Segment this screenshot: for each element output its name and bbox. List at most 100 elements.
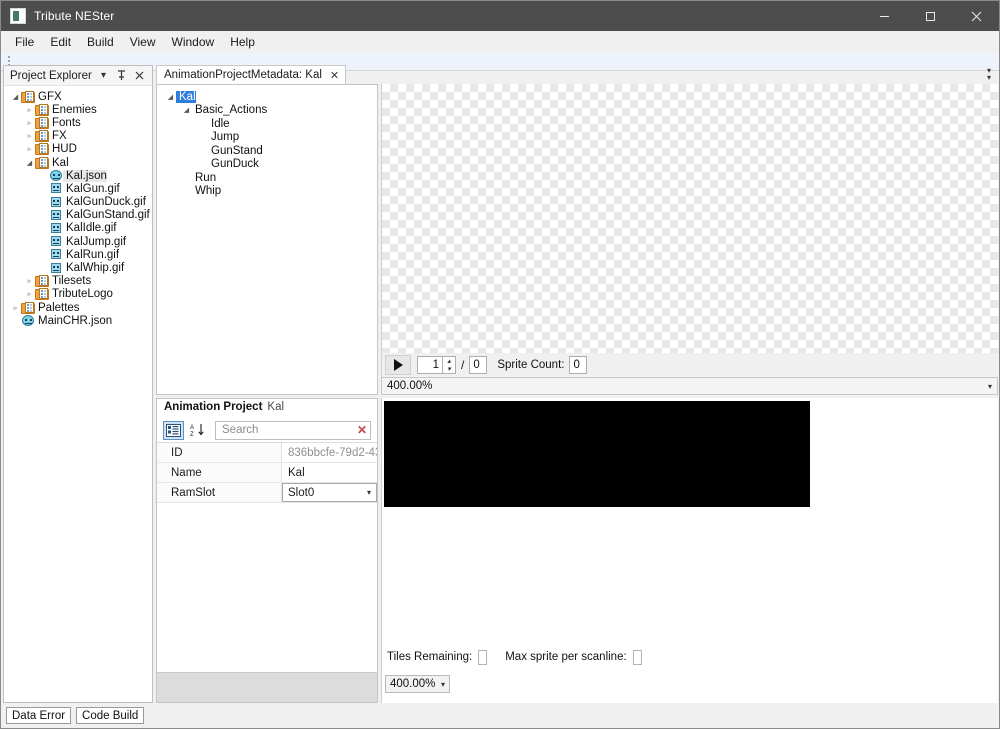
document-tab[interactable]: AnimationProjectMetadata: Kal ✕ xyxy=(156,65,347,84)
property-row[interactable]: RamSlot Slot0 ▾ xyxy=(157,483,377,503)
spinner-up-icon[interactable]: ▴ xyxy=(443,357,455,365)
animation-tree[interactable]: ◢ Kal ◢ Basic_Actions Idle Jump GunStand GunDuc… xyxy=(156,84,378,395)
property-value: Slot0 xyxy=(288,486,315,499)
svg-text:Z: Z xyxy=(190,432,194,437)
pin-icon[interactable] xyxy=(115,69,128,83)
character-gif-icon xyxy=(49,235,63,248)
animation-tree-item[interactable]: ◢ Kal xyxy=(157,90,377,104)
menu-item-view[interactable]: View xyxy=(122,32,164,52)
categorized-view-icon[interactable] xyxy=(163,420,184,440)
document-area: AnimationProjectMetadata: Kal ✕ ▾ ▾ ◢ Kal ◢… xyxy=(156,65,999,703)
tree-item[interactable]: KalGunDuck.gif xyxy=(4,196,152,209)
property-value-cell[interactable]: Slot0 ▾ xyxy=(282,483,377,502)
expander-icon[interactable]: ▹ xyxy=(24,132,35,140)
chevron-down-icon[interactable]: ▾ xyxy=(97,69,110,83)
preview-zoom-combobox[interactable]: 400.00% ▾ xyxy=(381,377,998,395)
expander-icon[interactable]: ▹ xyxy=(24,119,35,127)
svg-text:A: A xyxy=(190,425,194,431)
property-value-cell[interactable]: Kal xyxy=(282,463,377,482)
folder-icon xyxy=(35,103,49,116)
expander-icon[interactable]: ◢ xyxy=(24,159,35,167)
animation-tree-item[interactable]: Run xyxy=(157,171,377,185)
property-search-input[interactable]: Search ✕ xyxy=(215,420,371,440)
sprite-sheet-bitmap[interactable] xyxy=(384,401,810,507)
tree-item[interactable]: ▹ HUD xyxy=(4,143,152,156)
tree-item-label: Enemies xyxy=(52,103,97,116)
document-tab-label: AnimationProjectMetadata: Kal xyxy=(164,69,322,81)
tree-item-label: KalRun.gif xyxy=(66,248,120,261)
animation-tree-item[interactable]: ◢ Basic_Actions xyxy=(157,104,377,118)
status-button-data-error[interactable]: Data Error xyxy=(6,707,72,724)
animation-tree-item[interactable]: Whip xyxy=(157,185,377,199)
menu-item-help[interactable]: Help xyxy=(222,32,263,52)
tree-item[interactable]: ▹ Enemies xyxy=(4,103,152,116)
tree-item[interactable]: KalGunStand.gif xyxy=(4,209,152,222)
property-value: Kal xyxy=(288,466,305,479)
tiles-remaining-value xyxy=(478,649,488,665)
frame-spinner[interactable]: ▴ ▾ xyxy=(443,356,456,374)
tree-item[interactable]: ▹ Fonts xyxy=(4,116,152,129)
expander-icon[interactable]: ▹ xyxy=(24,145,35,153)
frame-current-input[interactable]: 1 xyxy=(417,356,443,374)
alpha-sort-icon[interactable]: A Z xyxy=(187,421,208,440)
sprite-zoom-combobox[interactable]: 400.00% ▾ xyxy=(385,675,450,693)
play-icon[interactable] xyxy=(385,355,411,375)
sprite-sheet-pane[interactable]: Tiles Remaining: Max sprite per scanline… xyxy=(381,398,998,703)
property-value-cell[interactable]: 836bbcfe-79d2-4370 xyxy=(282,443,377,462)
menu-item-edit[interactable]: Edit xyxy=(42,32,79,52)
animation-tree-item[interactable]: Idle xyxy=(157,117,377,131)
tree-item[interactable]: ◢ Kal xyxy=(4,156,152,169)
chevron-down-icon[interactable]: ▾ xyxy=(367,488,376,497)
tree-item[interactable]: ▹ TributeLogo xyxy=(4,288,152,301)
property-grid-title: Animation Project xyxy=(164,401,263,413)
menu-item-window[interactable]: Window xyxy=(164,32,223,52)
tree-item[interactable]: KalWhip.gif xyxy=(4,261,152,274)
minimize-icon[interactable] xyxy=(861,1,907,31)
menu-bar: File Edit Build View Window Help xyxy=(1,31,999,53)
property-row[interactable]: ID 836bbcfe-79d2-4370 xyxy=(157,443,377,463)
maximize-icon[interactable] xyxy=(907,1,953,31)
frame-total-value: 0 xyxy=(469,356,488,374)
animation-tree-item[interactable]: Jump xyxy=(157,131,377,145)
spinner-down-icon[interactable]: ▾ xyxy=(443,365,455,373)
close-icon[interactable] xyxy=(953,1,999,31)
animation-tree-item[interactable]: GunDuck xyxy=(157,158,377,172)
close-icon[interactable]: ✕ xyxy=(328,69,341,82)
expander-icon[interactable]: ◢ xyxy=(10,93,21,101)
expander-icon[interactable]: ▹ xyxy=(24,277,35,285)
tree-item[interactable]: MainCHR.json xyxy=(4,314,152,327)
expander-icon[interactable]: ◢ xyxy=(165,93,176,101)
animation-tree-item-label: Idle xyxy=(211,117,230,130)
tree-item[interactable]: KalJump.gif xyxy=(4,235,152,248)
expander-icon[interactable]: ▹ xyxy=(24,106,35,114)
tab-overflow-chevron-down-icon[interactable]: ▾ ▾ xyxy=(983,67,995,82)
expander-icon[interactable]: ▹ xyxy=(10,304,21,312)
tree-item[interactable]: Kal.json xyxy=(4,169,152,182)
clear-search-icon[interactable]: ✕ xyxy=(357,423,367,437)
expander-icon[interactable]: ▹ xyxy=(24,290,35,298)
tree-item[interactable]: ◢ GFX xyxy=(4,90,152,103)
chevron-down-icon[interactable]: ▾ xyxy=(988,382,992,391)
sprite-count-label: Sprite Count: xyxy=(497,359,565,371)
tree-item[interactable]: KalRun.gif xyxy=(4,248,152,261)
sprite-preview-canvas[interactable] xyxy=(381,84,998,353)
property-row[interactable]: Name Kal xyxy=(157,463,377,483)
tree-item[interactable]: ▹ FX xyxy=(4,130,152,143)
close-icon[interactable] xyxy=(133,69,146,83)
menu-item-file[interactable]: File xyxy=(7,32,42,52)
tree-item[interactable]: ▹ Tilesets xyxy=(4,275,152,288)
status-button-code-build[interactable]: Code Build xyxy=(76,707,145,724)
tree-item-label: KalWhip.gif xyxy=(66,262,125,275)
sprite-zoom-value: 400.00% xyxy=(390,678,436,690)
project-explorer-tree[interactable]: ◢ GFX ▹ Enemies ▹ Fonts ▹ FX ▹ HUD ◢ Kal Kal.json Kal… xyxy=(4,86,152,702)
menu-item-build[interactable]: Build xyxy=(79,32,122,52)
tree-item[interactable]: KalIdle.gif xyxy=(4,222,152,235)
folder-icon xyxy=(35,130,49,143)
animation-tree-item[interactable]: GunStand xyxy=(157,144,377,158)
tree-item[interactable]: ▹ Palettes xyxy=(4,301,152,314)
sprite-count-value: 0 xyxy=(569,356,588,374)
tree-item[interactable]: KalGun.gif xyxy=(4,182,152,195)
folder-icon xyxy=(21,90,35,103)
expander-icon[interactable]: ◢ xyxy=(181,106,192,114)
chevron-down-icon[interactable]: ▾ xyxy=(441,680,445,689)
